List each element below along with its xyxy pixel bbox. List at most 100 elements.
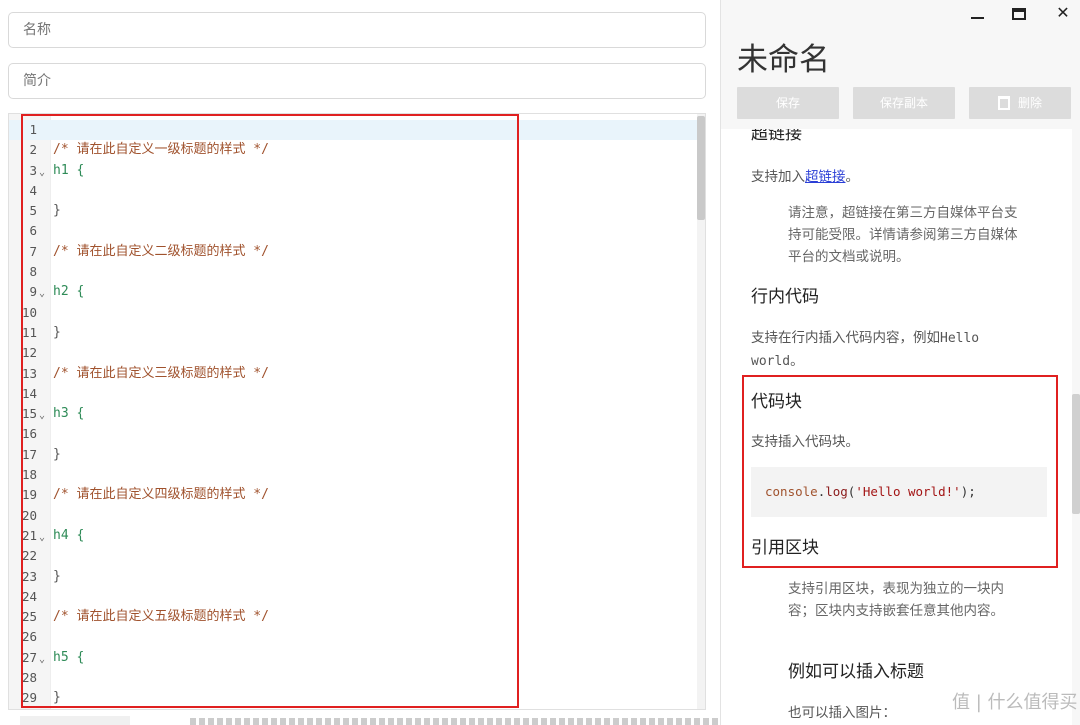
code-line[interactable]: 7 /* 请在此自定义二级标题的样式 */ [9, 242, 699, 262]
hyperlink-heading: 超链接 [751, 129, 802, 144]
code-line[interactable]: 8 [9, 262, 699, 282]
code-line[interactable]: 14 [9, 384, 699, 404]
code-line[interactable]: 17} [9, 445, 699, 465]
save-copy-button-label: 保存副本 [879, 96, 928, 110]
maximize-button[interactable] [999, 0, 1039, 26]
inline-code-paragraph: 支持在行内插入代码内容，例如Hello world。 [751, 327, 1021, 373]
fold-chevron-icon[interactable]: ⌄ [39, 528, 45, 548]
fold-chevron-icon[interactable]: ⌄ [39, 284, 45, 304]
code-text: /* 请在此自定义三级标题的样式 */ [53, 365, 269, 381]
code-line[interactable]: 22 [9, 546, 699, 566]
code-line[interactable]: 21 ⌄ h4 { [9, 526, 699, 546]
code-lines: 1 2/* 请在此自定义一级标题的样式 */3 ⌄ h1 {4 5} 6 7/* 请在此自定… [9, 120, 699, 709]
inline-code-hello: Hello [940, 331, 980, 346]
code-text: /* 请在此自定义五级标题的样式 */ [53, 609, 269, 625]
code-line[interactable]: 25 /* 请在此自定义五级标题的样式 */ [9, 607, 699, 627]
code-line[interactable]: 11} [9, 323, 699, 343]
code-text: } [53, 568, 61, 584]
line-number: 4 [29, 182, 37, 198]
code-line[interactable]: 5} [9, 201, 699, 221]
line-number: 8 [29, 264, 37, 280]
code-line[interactable]: 3 ⌄ h1 { [9, 161, 699, 181]
line-number: 10 [21, 304, 37, 320]
name-input[interactable] [8, 12, 706, 48]
codeblock-paragraph: 支持插入代码块。 [751, 434, 859, 450]
code-line[interactable]: 9 ⌄ h2 { [9, 282, 699, 302]
code-line[interactable]: 15 ⌄ h3 { [9, 404, 699, 424]
code-text: h3 { [53, 406, 85, 422]
code-line[interactable]: 12 [9, 343, 699, 363]
code-text: h4 { [53, 527, 85, 543]
line-number: 20 [21, 507, 37, 523]
line-number: 25 [21, 609, 37, 625]
line-number: 11 [21, 324, 37, 340]
css-editor-pane: 12/* 请在此自定义一级标题的样式 */3⌄h1 {45}67/* 请在此自定… [0, 0, 790, 725]
hyperlink-link[interactable]: 超链接 [805, 169, 846, 185]
code-line[interactable]: 10 [9, 303, 699, 323]
save-button-label: 保存 [775, 96, 800, 110]
fold-chevron-icon[interactable]: ⌄ [39, 650, 45, 670]
code-text: /* 请在此自定义四级标题的样式 */ [53, 487, 269, 503]
code-line[interactable]: 13 /* 请在此自定义三级标题的样式 */ [9, 364, 699, 384]
hyperlink-paragraph: 支持加入超链接。 [751, 166, 859, 188]
code-line[interactable]: 20 [9, 506, 699, 526]
code-line[interactable]: 1 [9, 120, 699, 141]
blockquote-heading: 引用区块 [751, 538, 819, 558]
example-heading: 例如可以插入标题 [788, 662, 924, 682]
code-editor[interactable]: 1 2/* 请在此自定义一级标题的样式 */3 ⌄ h1 {4 5} 6 7/* 请在此自定… [8, 113, 706, 710]
blockquote-text: 支持引用区块，表现为独立的一块内容；区块内支持嵌套任意其他内容。 [788, 581, 1004, 619]
minimize-icon [970, 16, 984, 19]
line-number: 18 [21, 467, 37, 483]
save-button[interactable]: 保存 [737, 87, 839, 119]
bottom-text-fragment [190, 718, 790, 725]
code-line[interactable]: 28 [9, 668, 699, 688]
preview-scroll-thumb[interactable] [1072, 394, 1080, 514]
code-line[interactable]: 23} [9, 567, 699, 587]
hyperlink-prefix: 支持加入 [751, 169, 805, 185]
line-number: 13 [21, 365, 37, 381]
fold-chevron-icon[interactable]: ⌄ [39, 163, 45, 183]
code-text: /* 请在此自定义一级标题的样式 */ [53, 142, 269, 158]
code-line[interactable]: 26 [9, 627, 699, 647]
code-line[interactable]: 19 /* 请在此自定义四级标题的样式 */ [9, 485, 699, 505]
minimize-button[interactable] [957, 0, 997, 26]
inline-code-suffix: 。 [790, 353, 804, 369]
preview-scrollbar[interactable] [1072, 129, 1080, 725]
line-number: 1 [29, 122, 37, 137]
code-line[interactable]: 16 [9, 424, 699, 444]
editor-scroll-thumb[interactable] [697, 116, 705, 220]
trash-icon [997, 95, 1010, 110]
line-number: 9 [29, 284, 37, 300]
code-close: ); [960, 484, 976, 499]
code-line[interactable]: 24 [9, 587, 699, 607]
maximize-icon [1012, 7, 1026, 20]
close-icon: ✕ [1056, 3, 1070, 22]
editor-scrollbar[interactable] [697, 114, 705, 709]
code-line[interactable]: 2 /* 请在此自定义一级标题的样式 */ [9, 140, 699, 160]
code-line[interactable]: 18 [9, 465, 699, 485]
style-preview: 超链接 支持加入超链接。 请注意，超链接在第三方自媒体平台支持可能受限。详情请参… [721, 129, 1073, 725]
code-block: console.log('Hello world!'); [751, 467, 1047, 517]
code-line[interactable]: 4 [9, 181, 699, 201]
close-button[interactable]: ✕ [1043, 0, 1080, 26]
description-input[interactable] [8, 63, 706, 99]
code-string: 'Hello world!' [855, 484, 961, 499]
line-number: 2 [29, 142, 37, 158]
code-line[interactable]: 6 [9, 221, 699, 241]
inline-code-heading: 行内代码 [751, 287, 819, 307]
delete-button[interactable]: 删除 [969, 87, 1071, 119]
code-text: } [53, 203, 61, 219]
fold-chevron-icon[interactable]: ⌄ [39, 406, 45, 426]
inline-code-text: 支持在行内插入代码内容，例如 [751, 330, 940, 346]
code-line[interactable]: 27 ⌄ h5 { [9, 648, 699, 668]
line-number: 28 [21, 670, 37, 686]
hyperlink-note-quote: 请注意，超链接在第三方自媒体平台支持可能受限。详情请参阅第三方自媒体平台的文档或… [788, 205, 1018, 265]
line-number: 29 [21, 690, 37, 706]
line-number: 16 [21, 426, 37, 442]
code-line[interactable]: 29} [9, 688, 699, 708]
line-number: 26 [21, 629, 37, 645]
code-object: console [765, 484, 818, 499]
line-number: 3 [29, 162, 37, 178]
save-copy-button[interactable]: 保存副本 [853, 87, 955, 119]
line-number: 24 [21, 588, 37, 604]
